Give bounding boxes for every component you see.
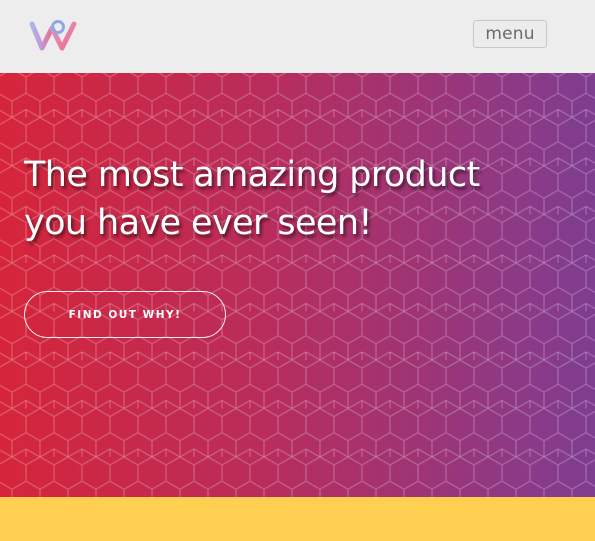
find-out-why-label: FIND OUT WHY! <box>68 308 182 321</box>
hero-title: The most amazing product you have ever s… <box>24 155 480 243</box>
hexagon-pattern-icon <box>0 73 595 497</box>
find-out-why-button[interactable]: FIND OUT WHY! <box>24 291 226 338</box>
w-logo-icon[interactable] <box>28 18 80 54</box>
site-header: menu <box>0 0 595 73</box>
menu-button-label: menu <box>485 24 535 44</box>
hero-section: The most amazing product you have ever s… <box>0 73 595 497</box>
yellow-section-band <box>0 497 595 541</box>
menu-button[interactable]: menu <box>473 20 547 48</box>
